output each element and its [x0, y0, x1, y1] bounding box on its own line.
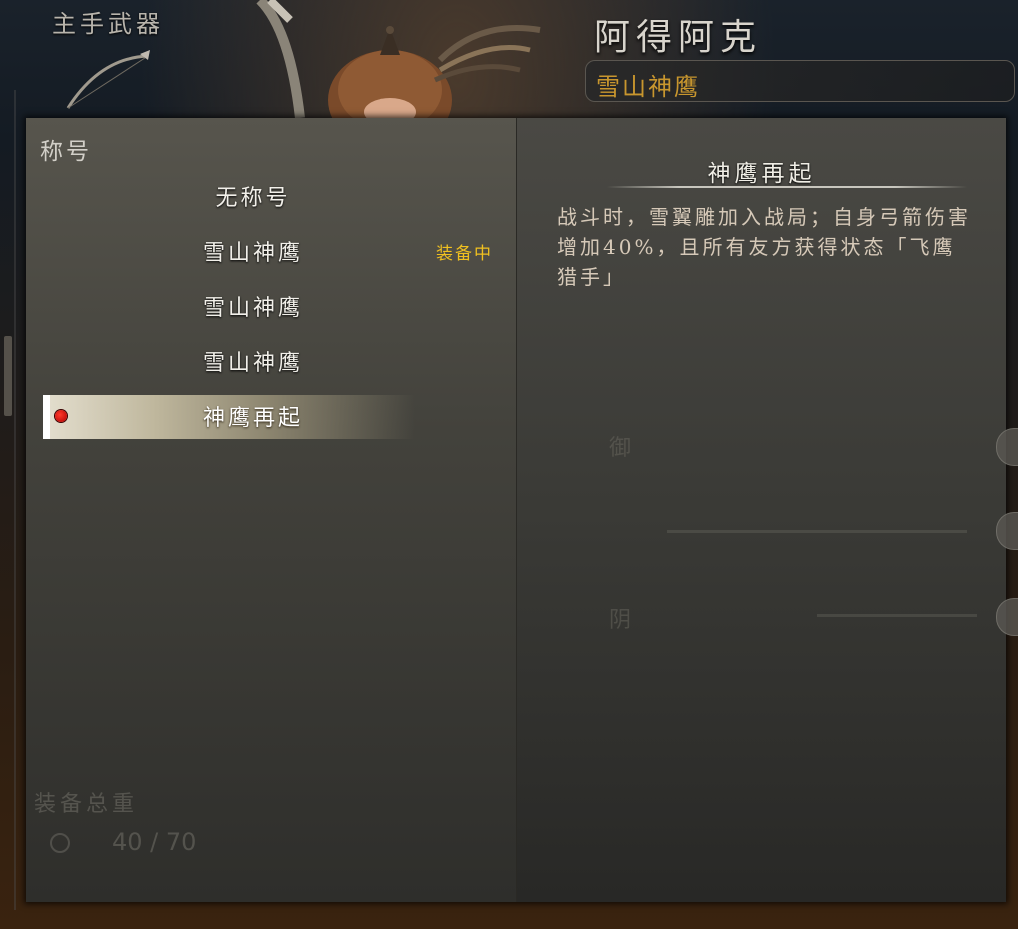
character-title-box: 雪山神鹰: [585, 60, 1015, 102]
title-list: 无称号 雪山神鹰 装备中 雪山神鹰 雪山神鹰 神鹰再起: [26, 173, 516, 448]
title-option-none[interactable]: 无称号: [26, 173, 516, 228]
title-option-label: 无称号: [215, 186, 291, 211]
background-divider: [14, 90, 16, 910]
title-section-header: 称号: [40, 139, 92, 165]
character-title: 雪山神鹰: [596, 73, 700, 101]
ghost-weight-label: 装备总重: [34, 792, 139, 817]
title-option-label: 雪山神鹰: [202, 296, 303, 321]
detail-description: 战斗时，雪翼雕加入战局；自身弓箭伤害增加40%，且所有友方获得状态「飞鹰猎手」: [557, 205, 971, 289]
title-option-selected[interactable]: 神鹰再起: [26, 393, 516, 448]
ghost-weight-value: 40 / 70: [112, 828, 197, 856]
detail-title: 神鹰再起: [707, 161, 816, 187]
title-list-panel: 称号 无称号 雪山神鹰 装备中 雪山神鹰 雪山神鹰 神鹰再起 装备总重 40 /…: [26, 118, 517, 902]
main-weapon-label: 主手武器: [52, 10, 164, 38]
title-option-label: 雪山神鹰: [202, 351, 303, 376]
ghost-stat-bar: [817, 614, 977, 617]
weight-icon: [50, 833, 70, 853]
title-option-equipped[interactable]: 雪山神鹰 装备中: [26, 228, 516, 283]
scroll-handle[interactable]: [4, 336, 12, 416]
title-option-label: 神鹰再起: [202, 406, 303, 431]
ghost-stat-bar: [667, 530, 967, 533]
title-detail-panel: 神鹰再起 战斗时，雪翼雕加入战局；自身弓箭伤害增加40%，且所有友方获得状态「飞…: [517, 118, 1006, 902]
character-name: 阿得阿克: [594, 17, 763, 58]
title-option[interactable]: 雪山神鹰: [26, 338, 516, 393]
bow-icon: [66, 50, 150, 109]
character-portrait: [256, 0, 541, 120]
equipped-badge: 装备中: [436, 244, 493, 264]
title-option-label: 雪山神鹰: [202, 241, 303, 266]
ghost-stat-b: 阴: [609, 608, 632, 633]
title-option[interactable]: 雪山神鹰: [26, 283, 516, 338]
detail-divider: [607, 186, 967, 188]
title-dialog: 称号 无称号 雪山神鹰 装备中 雪山神鹰 雪山神鹰 神鹰再起 装备总重 40 /…: [26, 118, 1006, 902]
ghost-stat-a: 御: [609, 436, 632, 461]
